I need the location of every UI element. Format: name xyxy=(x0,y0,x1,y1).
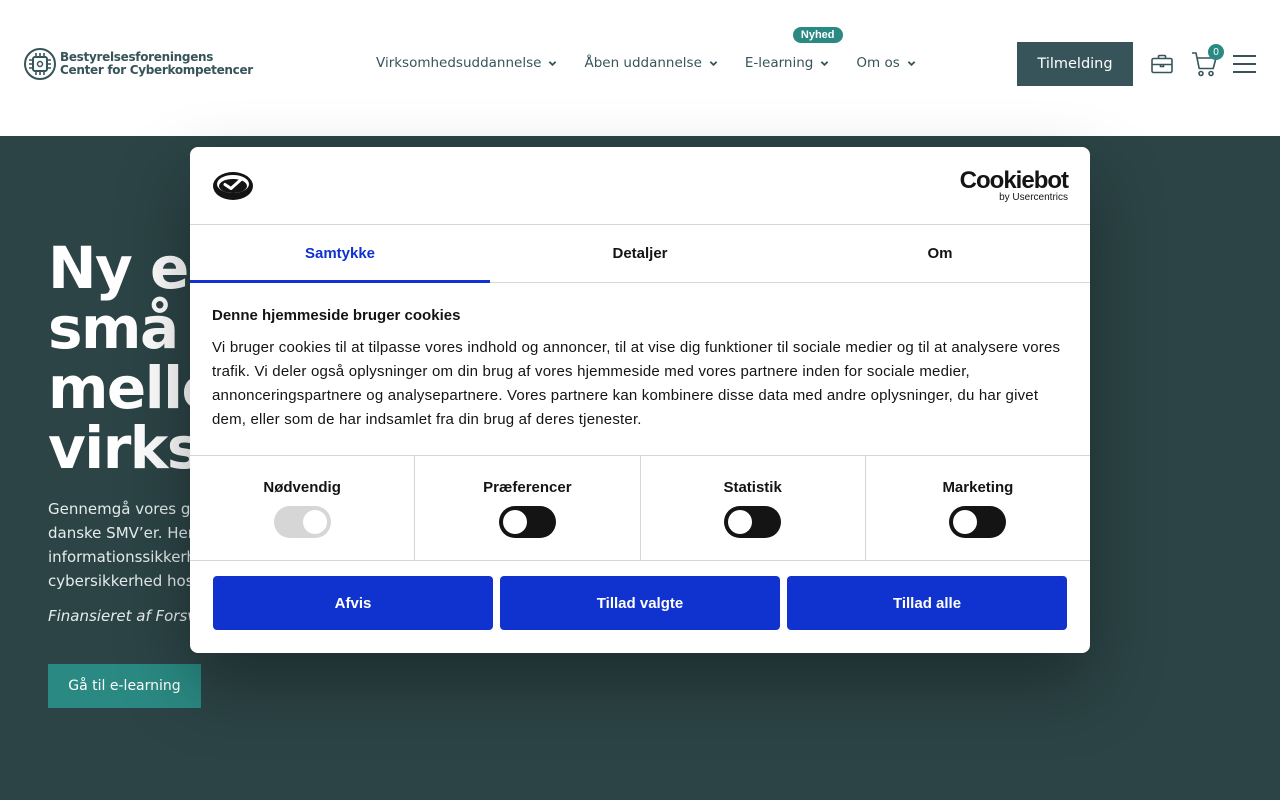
tab-om[interactable]: Om xyxy=(790,225,1090,282)
dialog-body: Denne hjemmeside bruger cookies Vi bruge… xyxy=(190,283,1090,456)
logo-chip-icon xyxy=(24,48,56,80)
cart-count-badge: 0 xyxy=(1208,44,1224,60)
dialog-text: Vi bruger cookies til at tilpasse vores … xyxy=(212,339,1061,428)
toggle-label: Præferencer xyxy=(483,479,572,496)
nav-item-label: Åben uddannelse xyxy=(584,55,702,71)
cookiebot-wordmark: Cookiebot xyxy=(959,167,1069,194)
preferences-toggle[interactable] xyxy=(498,506,556,538)
allow-all-button[interactable]: Tillad alle xyxy=(787,576,1067,630)
chevron-down-icon xyxy=(709,60,718,66)
dialog-actions: Afvis Tillad valgte Tillad alle xyxy=(190,561,1090,630)
briefcase-icon[interactable] xyxy=(1150,52,1174,76)
toggle-knob xyxy=(728,510,753,534)
necessary-toggle xyxy=(273,506,331,538)
toggle-label: Marketing xyxy=(942,479,1014,496)
toggle-knob xyxy=(502,510,527,534)
consent-toggles: Nødvendig Præferencer Statistik Marketin… xyxy=(190,456,1090,561)
chevron-down-icon xyxy=(821,60,829,66)
toggle-group-necessary: Nødvendig xyxy=(190,456,416,560)
chevron-down-icon xyxy=(907,60,916,66)
new-badge: Nyhed xyxy=(792,27,843,43)
toggle-label: Nødvendig xyxy=(263,479,341,496)
nav-item-e-learning[interactable]: Nyhed E-learning xyxy=(744,27,843,71)
go-to-e-learning-button[interactable]: Gå til e-learning xyxy=(48,664,201,708)
allow-selected-button[interactable]: Tillad valgte xyxy=(500,576,780,630)
cookie-consent-dialog: Cookiebot by Usercentrics Samtykke Detal… xyxy=(190,147,1090,653)
menu-icon[interactable] xyxy=(1232,54,1257,74)
cookie-logo-icon xyxy=(213,172,253,200)
dialog-tabs: Samtykke Detaljer Om xyxy=(190,225,1090,283)
reject-button[interactable]: Afvis xyxy=(213,576,493,630)
main-nav: Virksomhedsuddannelse Åben uddannelse Ny… xyxy=(376,27,943,71)
toggle-knob xyxy=(302,510,327,534)
signup-button[interactable]: Tilmelding xyxy=(1017,42,1133,86)
toggle-knob xyxy=(953,510,978,534)
dialog-heading: Denne hjemmeside bruger cookies xyxy=(212,307,461,324)
nav-item-label: E-learning xyxy=(744,55,814,71)
toggle-group-statistics: Statistik xyxy=(641,456,866,560)
nav-item-om-os[interactable]: Om os xyxy=(856,55,916,71)
statistics-toggle[interactable] xyxy=(724,506,782,538)
toggle-label: Statistik xyxy=(723,479,782,496)
chevron-down-icon xyxy=(549,60,557,66)
logo-line-2: Center for Cyberkompetencer xyxy=(60,63,253,77)
nav-item-label: Virksomhedsuddannelse xyxy=(376,55,542,71)
cookiebot-brand[interactable]: Cookiebot by Usercentrics xyxy=(959,167,1069,204)
nav-item-virksomhedsuddannelse[interactable]: Virksomhedsuddannelse xyxy=(376,55,557,71)
nav-item-aaben-uddannelse[interactable]: Åben uddannelse xyxy=(584,55,718,71)
nav-item-label: Om os xyxy=(856,55,900,71)
toggle-group-marketing: Marketing xyxy=(866,456,1090,560)
hero-financed-note: Finansieret af Forsva xyxy=(48,607,206,625)
marketing-toggle[interactable] xyxy=(949,506,1007,538)
tab-samtykke[interactable]: Samtykke xyxy=(190,225,490,283)
dialog-header: Cookiebot by Usercentrics xyxy=(190,147,1090,225)
site-header: Bestyrelsesforeningens Center for Cyberk… xyxy=(0,0,1280,136)
tab-detaljer[interactable]: Detaljer xyxy=(490,225,790,282)
toggle-group-preferences: Præferencer xyxy=(415,456,641,560)
site-logo[interactable]: Bestyrelsesforeningens Center for Cyberk… xyxy=(24,48,253,80)
